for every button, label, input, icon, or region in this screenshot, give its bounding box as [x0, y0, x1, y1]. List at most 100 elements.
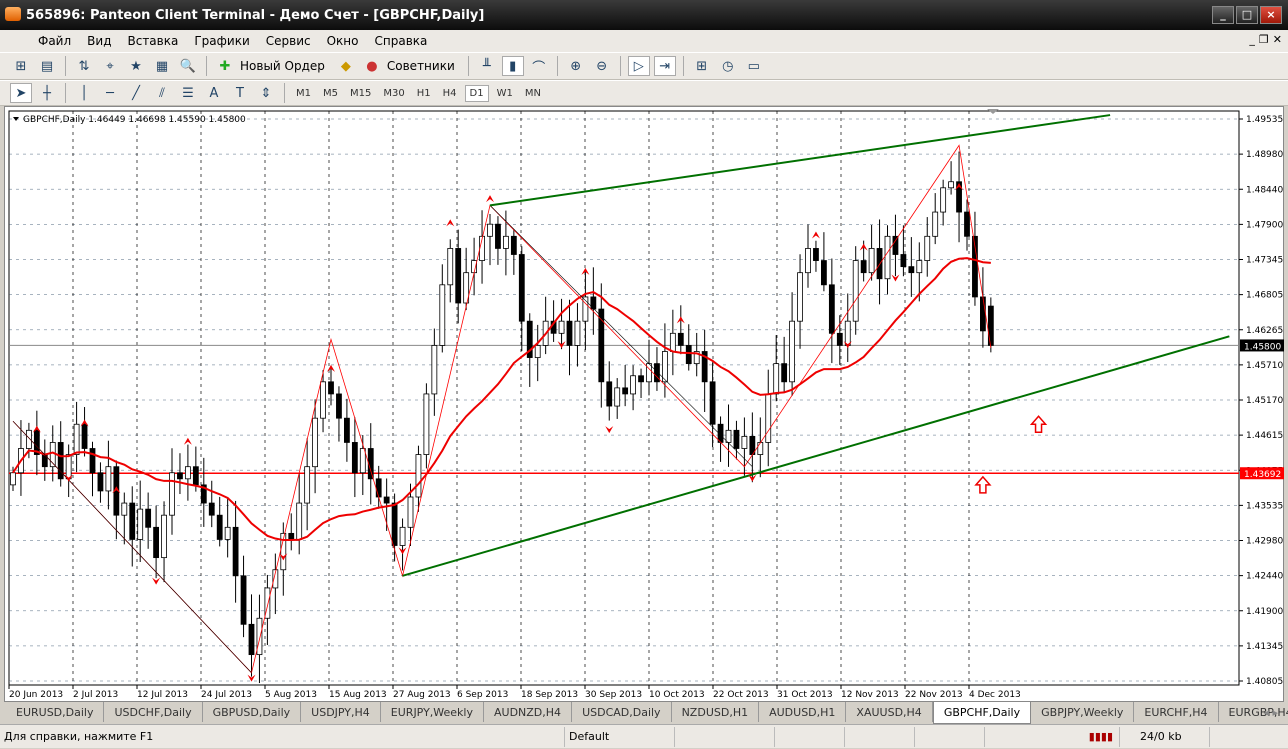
- candle: [964, 211, 970, 237]
- candle: [161, 514, 167, 559]
- x-tick-label: 12 Nov 2013: [841, 690, 899, 700]
- candle: [662, 351, 668, 383]
- candle: [192, 466, 199, 486]
- candle: [288, 532, 295, 540]
- candle: [860, 260, 867, 274]
- candle: [948, 181, 954, 189]
- candle: [773, 363, 780, 395]
- status-traffic: 24/0 kb: [1120, 726, 1210, 747]
- chart-window[interactable]: 1.49535 1.48980 1.48440 1.47900 1.47345 1.468…: [4, 106, 1284, 722]
- candle: [121, 502, 128, 516]
- candle: [399, 526, 406, 546]
- chart-tab[interactable]: EURUSD,Daily: [6, 702, 105, 722]
- x-tick-label: 30 Sep 2013: [585, 690, 642, 700]
- chart-tab[interactable]: AUDUSD,H1: [759, 702, 847, 722]
- candle: [606, 381, 613, 407]
- candle: [184, 466, 191, 480]
- candle: [916, 260, 923, 274]
- y-tick-label: 1.47345: [1246, 256, 1283, 266]
- chart-tab[interactable]: XAUUSD,H4: [846, 702, 933, 722]
- candle: [137, 508, 144, 540]
- candle: [741, 435, 748, 449]
- y-tick-label: 1.46805: [1246, 291, 1283, 301]
- candle: [208, 502, 215, 516]
- candle: [622, 387, 629, 395]
- candle: [336, 393, 342, 419]
- chart-tabs: EURUSD,Daily USDCHF,Daily GBPUSD,Daily USDJ…: [0, 702, 1288, 724]
- candle: [320, 381, 326, 419]
- x-tick-label: 20 Jun 2013: [9, 690, 63, 700]
- current-price-label: 1.45800: [1244, 342, 1281, 352]
- candle: [900, 254, 907, 268]
- x-tick-label: 12 Jul 2013: [137, 690, 188, 700]
- chart-tab[interactable]: AUDNZD,H4: [484, 702, 573, 722]
- candle: [232, 526, 239, 577]
- tab-scroll-arrows-icon[interactable]: ◂ ▸: [1263, 706, 1278, 719]
- candle: [765, 393, 772, 443]
- chart-tab[interactable]: NZDUSD,H1: [672, 702, 760, 722]
- candle: [383, 496, 390, 504]
- candle: [296, 502, 303, 540]
- candle: [343, 417, 350, 443]
- candle: [351, 442, 358, 474]
- candle: [407, 496, 414, 528]
- candle: [304, 466, 311, 504]
- y-tick-label: 1.49535: [1246, 115, 1283, 125]
- status-bar: Для справки, нажмите F1 Default ▮▮▮▮ 24/…: [0, 724, 1288, 748]
- chart-tab[interactable]: GBPCHF,Daily: [932, 702, 1032, 724]
- candle: [359, 448, 366, 474]
- y-tick-label: 1.45170: [1246, 396, 1283, 406]
- x-tick-label: 4 Dec 2013: [969, 690, 1021, 700]
- chart-tab[interactable]: EURJPY,Weekly: [381, 702, 484, 722]
- y-tick-label: 1.42980: [1246, 537, 1283, 547]
- candle: [455, 248, 462, 304]
- candle: [129, 502, 136, 540]
- chart-tab[interactable]: USDCAD,Daily: [572, 702, 672, 722]
- candle: [836, 332, 843, 346]
- candle: [828, 284, 835, 334]
- candle: [638, 375, 644, 383]
- x-tick-label: 31 Oct 2013: [777, 690, 833, 700]
- y-tick-label: 1.40805: [1246, 677, 1283, 687]
- y-tick-label: 1.43535: [1246, 501, 1283, 511]
- candle: [892, 235, 899, 255]
- candle: [73, 423, 80, 455]
- candle: [487, 223, 493, 237]
- x-tick-label: 24 Jul 2013: [201, 690, 252, 700]
- status-help: Для справки, нажмите F1: [0, 726, 565, 747]
- y-tick-label: 1.46265: [1246, 326, 1283, 336]
- chart-header-label: GBPCHF,Daily 1.46449 1.46698 1.45590 1.4…: [23, 115, 246, 125]
- candle: [781, 363, 788, 383]
- chart-tab[interactable]: USDJPY,H4: [301, 702, 381, 722]
- chart-tab[interactable]: GBPJPY,Weekly: [1031, 702, 1135, 722]
- candle: [908, 266, 915, 274]
- candle: [216, 514, 223, 540]
- price-chart[interactable]: 1.49535 1.48980 1.48440 1.47900 1.47345 1.468…: [1, 1, 1288, 749]
- y-tick-label: 1.48980: [1246, 150, 1283, 160]
- x-tick-label: 2 Jul 2013: [73, 690, 118, 700]
- y-tick-label: 1.41345: [1246, 642, 1283, 652]
- candle: [97, 472, 104, 492]
- candle: [439, 284, 446, 346]
- chart-tab[interactable]: EURCHF,H4: [1134, 702, 1219, 722]
- chart-tab[interactable]: USDCHF,Daily: [104, 702, 203, 722]
- candle: [590, 296, 597, 310]
- candle: [789, 320, 795, 383]
- candle: [844, 320, 851, 346]
- candle: [924, 235, 931, 261]
- candle: [518, 254, 525, 322]
- x-tick-label: 22 Oct 2013: [713, 690, 769, 700]
- candle: [797, 272, 803, 322]
- candle: [813, 248, 819, 261]
- candle: [805, 248, 811, 274]
- chart-tab[interactable]: GBPUSD,Daily: [203, 702, 302, 722]
- candle: [312, 417, 319, 468]
- candle: [415, 454, 422, 498]
- candle: [987, 305, 994, 346]
- candle: [391, 502, 398, 546]
- candle: [328, 381, 334, 395]
- candle: [153, 526, 160, 559]
- candle: [256, 617, 263, 656]
- candle: [852, 260, 859, 322]
- candle: [423, 393, 430, 455]
